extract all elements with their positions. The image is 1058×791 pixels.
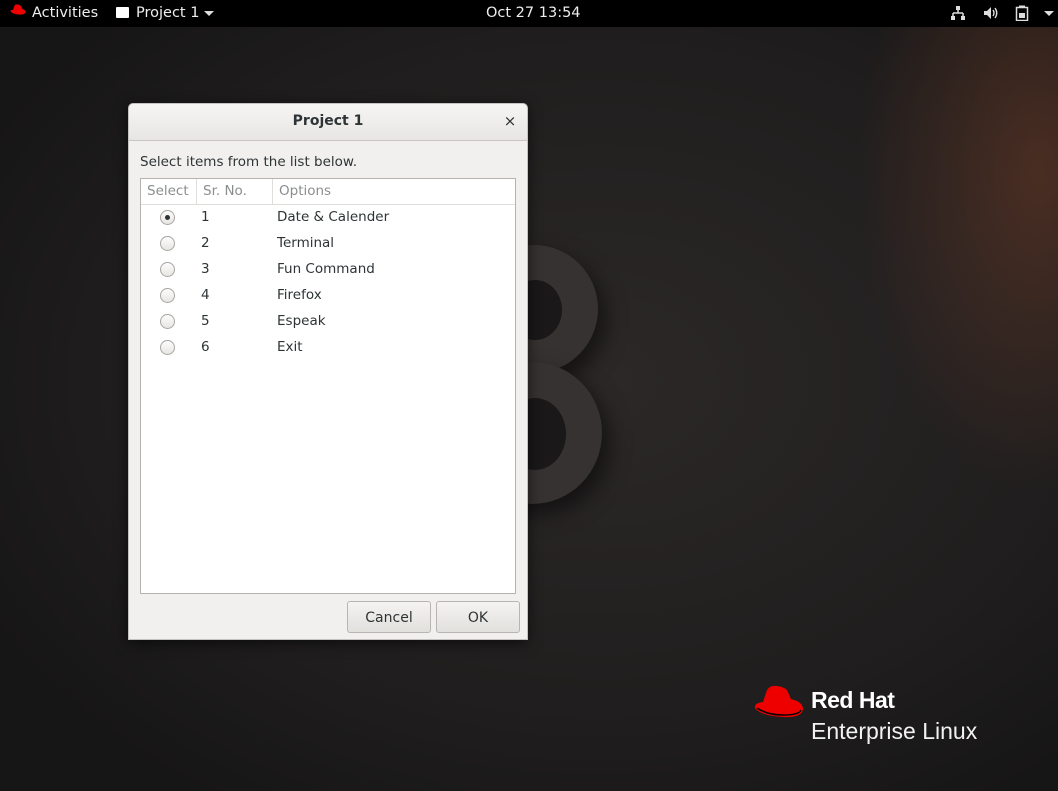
column-header-sr-no[interactable]: Sr. No.	[196, 179, 273, 204]
volume-icon	[983, 7, 998, 19]
redhat-logo-icon	[754, 685, 803, 718]
ok-button[interactable]: OK	[436, 601, 520, 633]
sr-no-cell: 5	[201, 313, 210, 329]
radio-button[interactable]	[160, 340, 175, 355]
radio-button[interactable]	[160, 288, 175, 303]
option-cell: Fun Command	[277, 261, 375, 277]
battery-icon	[1015, 5, 1029, 22]
cancel-button[interactable]: Cancel	[347, 601, 431, 633]
radio-button[interactable]	[160, 210, 175, 225]
options-list[interactable]: Select Sr. No. Options 1 Date & Calender 2…	[140, 178, 516, 594]
option-cell: Exit	[277, 339, 303, 355]
option-cell: Date & Calender	[277, 209, 390, 225]
top-bar: Activities Project 1 Oct 27 13:54	[0, 0, 1058, 27]
list-header: Select Sr. No. Options	[141, 179, 515, 205]
app-menu[interactable]: Project 1	[116, 0, 215, 27]
close-icon[interactable]: ×	[499, 110, 521, 132]
power-menu-icon	[1043, 10, 1054, 16]
list-item[interactable]: 4 Firefox	[141, 283, 515, 309]
radio-button[interactable]	[160, 236, 175, 251]
clock[interactable]: Oct 27 13:54	[486, 0, 581, 27]
dialog-titlebar[interactable]: Project 1 ×	[129, 104, 527, 141]
redhat-icon	[10, 0, 26, 25]
sr-no-cell: 6	[201, 339, 210, 355]
chevron-down-icon	[204, 10, 215, 16]
radio-button[interactable]	[160, 314, 175, 329]
option-cell: Terminal	[277, 235, 335, 251]
dialog-prompt: Select items from the list below.	[140, 154, 358, 170]
dialog-title: Project 1	[292, 113, 364, 129]
activities-label: Activities	[32, 5, 99, 21]
system-tray[interactable]	[950, 0, 1054, 27]
sr-no-cell: 4	[201, 287, 210, 303]
logo-product-text: Enterprise Linux	[811, 718, 978, 744]
sr-no-cell: 2	[201, 235, 210, 251]
column-header-options[interactable]: Options	[272, 179, 515, 204]
window-icon	[116, 6, 129, 18]
logo-brand-text: Red Hat	[811, 687, 895, 713]
radio-button[interactable]	[160, 262, 175, 277]
sr-no-cell: 1	[201, 209, 210, 225]
option-cell: Firefox	[277, 287, 322, 303]
select-dialog: Project 1 × Select items from the list b…	[128, 103, 528, 640]
list-item[interactable]: 6 Exit	[141, 335, 515, 361]
sr-no-cell: 3	[201, 261, 210, 277]
network-icon	[951, 6, 965, 20]
list-item[interactable]: 3 Fun Command	[141, 257, 515, 283]
activities-button[interactable]: Activities	[10, 0, 98, 27]
list-item[interactable]: 2 Terminal	[141, 231, 515, 257]
option-cell: Espeak	[277, 313, 326, 329]
app-menu-label: Project 1	[136, 5, 200, 21]
list-item[interactable]: 5 Espeak	[141, 309, 515, 335]
list-item[interactable]: 1 Date & Calender	[141, 205, 515, 231]
column-header-select[interactable]: Select	[141, 179, 196, 204]
